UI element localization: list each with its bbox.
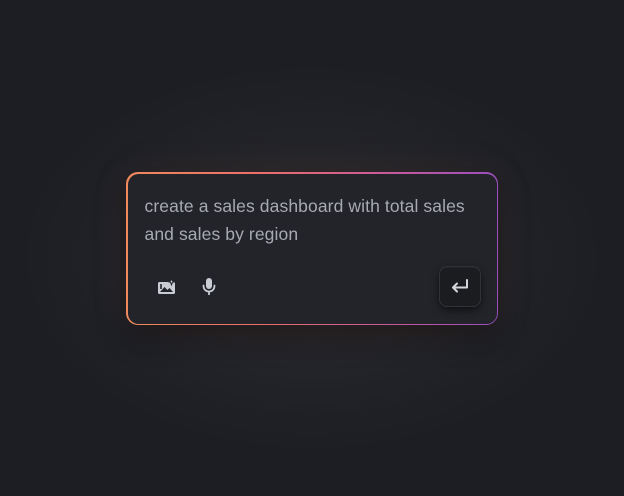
- add-image-button[interactable]: [153, 273, 181, 301]
- submit-button[interactable]: [438, 265, 481, 307]
- prompt-card: create a sales dashboard with total sale…: [126, 172, 498, 325]
- enter-return-icon: [450, 278, 470, 294]
- microphone-icon: [201, 277, 217, 297]
- prompt-input-box[interactable]: create a sales dashboard with total sale…: [127, 173, 497, 324]
- prompt-text[interactable]: create a sales dashboard with total sale…: [145, 192, 485, 248]
- image-add-icon: [157, 277, 177, 296]
- microphone-button[interactable]: [195, 273, 223, 301]
